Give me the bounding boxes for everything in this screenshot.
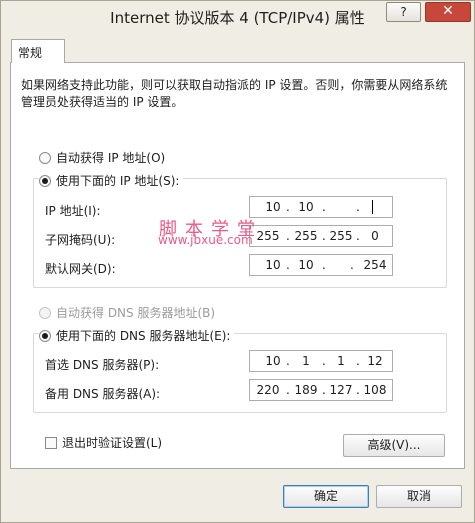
- alternate-dns-seg-1: 220: [256, 383, 280, 397]
- cancel-button[interactable]: 取消: [376, 485, 462, 508]
- radio-auto-dns-label: 自动获得 DNS 服务器地址(B): [56, 306, 216, 320]
- gateway-input[interactable]: 10 . 10 . . 254: [249, 254, 393, 276]
- validate-on-exit-box[interactable]: [45, 436, 57, 449]
- alternate-dns-label: 备用 DNS 服务器(A):: [45, 387, 161, 401]
- dot: .: [286, 258, 290, 272]
- dot: .: [322, 258, 326, 272]
- radio-manual-ip[interactable]: 使用下面的 IP 地址(S):: [39, 172, 184, 189]
- watermark-url: www.jbxue.com: [158, 233, 253, 247]
- dot: .: [286, 229, 290, 243]
- gateway-seg-1: 10: [265, 258, 281, 272]
- radio-manual-dns-label: 使用下面的 DNS 服务器地址(E):: [56, 329, 231, 343]
- preferred-dns-seg-1: 10: [265, 354, 281, 368]
- preferred-dns-label: 首选 DNS 服务器(P):: [45, 358, 160, 372]
- close-button[interactable]: ✕: [425, 2, 471, 22]
- subnet-mask-seg-3: 255: [329, 229, 353, 243]
- ip-address-seg-2: 10: [298, 200, 314, 214]
- alternate-dns-seg-3: 127: [329, 383, 353, 397]
- alternate-dns-seg-2: 189: [294, 383, 318, 397]
- dot: .: [286, 200, 290, 214]
- dot: .: [322, 200, 326, 214]
- text-caret: [372, 200, 373, 214]
- radio-auto-dns-circle: [39, 306, 51, 319]
- subnet-mask-label: 子网掩码(U):: [45, 233, 116, 247]
- preferred-dns-seg-4: 12: [367, 354, 383, 368]
- tab-general[interactable]: 常规: [11, 39, 65, 63]
- radio-manual-ip-label: 使用下面的 IP 地址(S):: [56, 174, 180, 188]
- validate-on-exit-checkbox[interactable]: 退出时验证设置(L): [45, 434, 162, 451]
- preferred-dns-input[interactable]: 10 . 1 . 1 . 12: [249, 350, 393, 372]
- subnet-mask-seg-4: 0: [371, 229, 379, 243]
- radio-auto-ip-label: 自动获得 IP 地址(O): [56, 151, 166, 165]
- subnet-mask-input[interactable]: 255 . 255 . 255 . 0: [249, 225, 393, 247]
- dot: .: [350, 258, 354, 272]
- radio-auto-dns: 自动获得 DNS 服务器地址(B): [39, 304, 215, 321]
- ip-address-seg-1: 10: [265, 200, 281, 214]
- preferred-dns-seg-3: 1: [337, 354, 345, 368]
- radio-manual-dns-circle[interactable]: [39, 329, 51, 342]
- validate-on-exit-label: 退出时验证设置(L): [62, 436, 163, 450]
- radio-manual-dns[interactable]: 使用下面的 DNS 服务器地址(E):: [39, 327, 235, 344]
- ok-button[interactable]: 确定: [283, 485, 369, 508]
- ip-address-label: IP 地址(I):: [45, 204, 101, 218]
- help-button[interactable]: ?: [386, 2, 421, 22]
- dot: .: [286, 354, 290, 368]
- ip-address-input[interactable]: 10 . 10 . .: [249, 196, 393, 218]
- gateway-label: 默认网关(D):: [45, 262, 116, 276]
- alternate-dns-input[interactable]: 220 . 189 . 127 . 108: [249, 379, 393, 401]
- radio-auto-ip[interactable]: 自动获得 IP 地址(O): [39, 149, 165, 166]
- advanced-button[interactable]: 高级(V)...: [343, 434, 445, 457]
- dialog-window: Internet 协议版本 4 (TCP/IPv4) 属性 ? ✕ 常规 如果网…: [0, 0, 475, 523]
- dot: .: [286, 383, 290, 397]
- preferred-dns-seg-2: 1: [302, 354, 310, 368]
- gateway-seg-4: 254: [363, 258, 387, 272]
- dot: .: [356, 200, 360, 214]
- title-bar[interactable]: Internet 协议版本 4 (TCP/IPv4) 属性 ? ✕: [1, 1, 474, 32]
- radio-manual-ip-circle[interactable]: [39, 174, 51, 187]
- gateway-seg-2: 10: [298, 258, 314, 272]
- description-text: 如果网络支持此功能，则可以获取自动指派的 IP 设置。否则，你需要从网络系统管理…: [21, 78, 448, 109]
- alternate-dns-seg-4: 108: [363, 383, 387, 397]
- radio-auto-ip-circle[interactable]: [39, 151, 51, 164]
- subnet-mask-seg-2: 255: [294, 229, 318, 243]
